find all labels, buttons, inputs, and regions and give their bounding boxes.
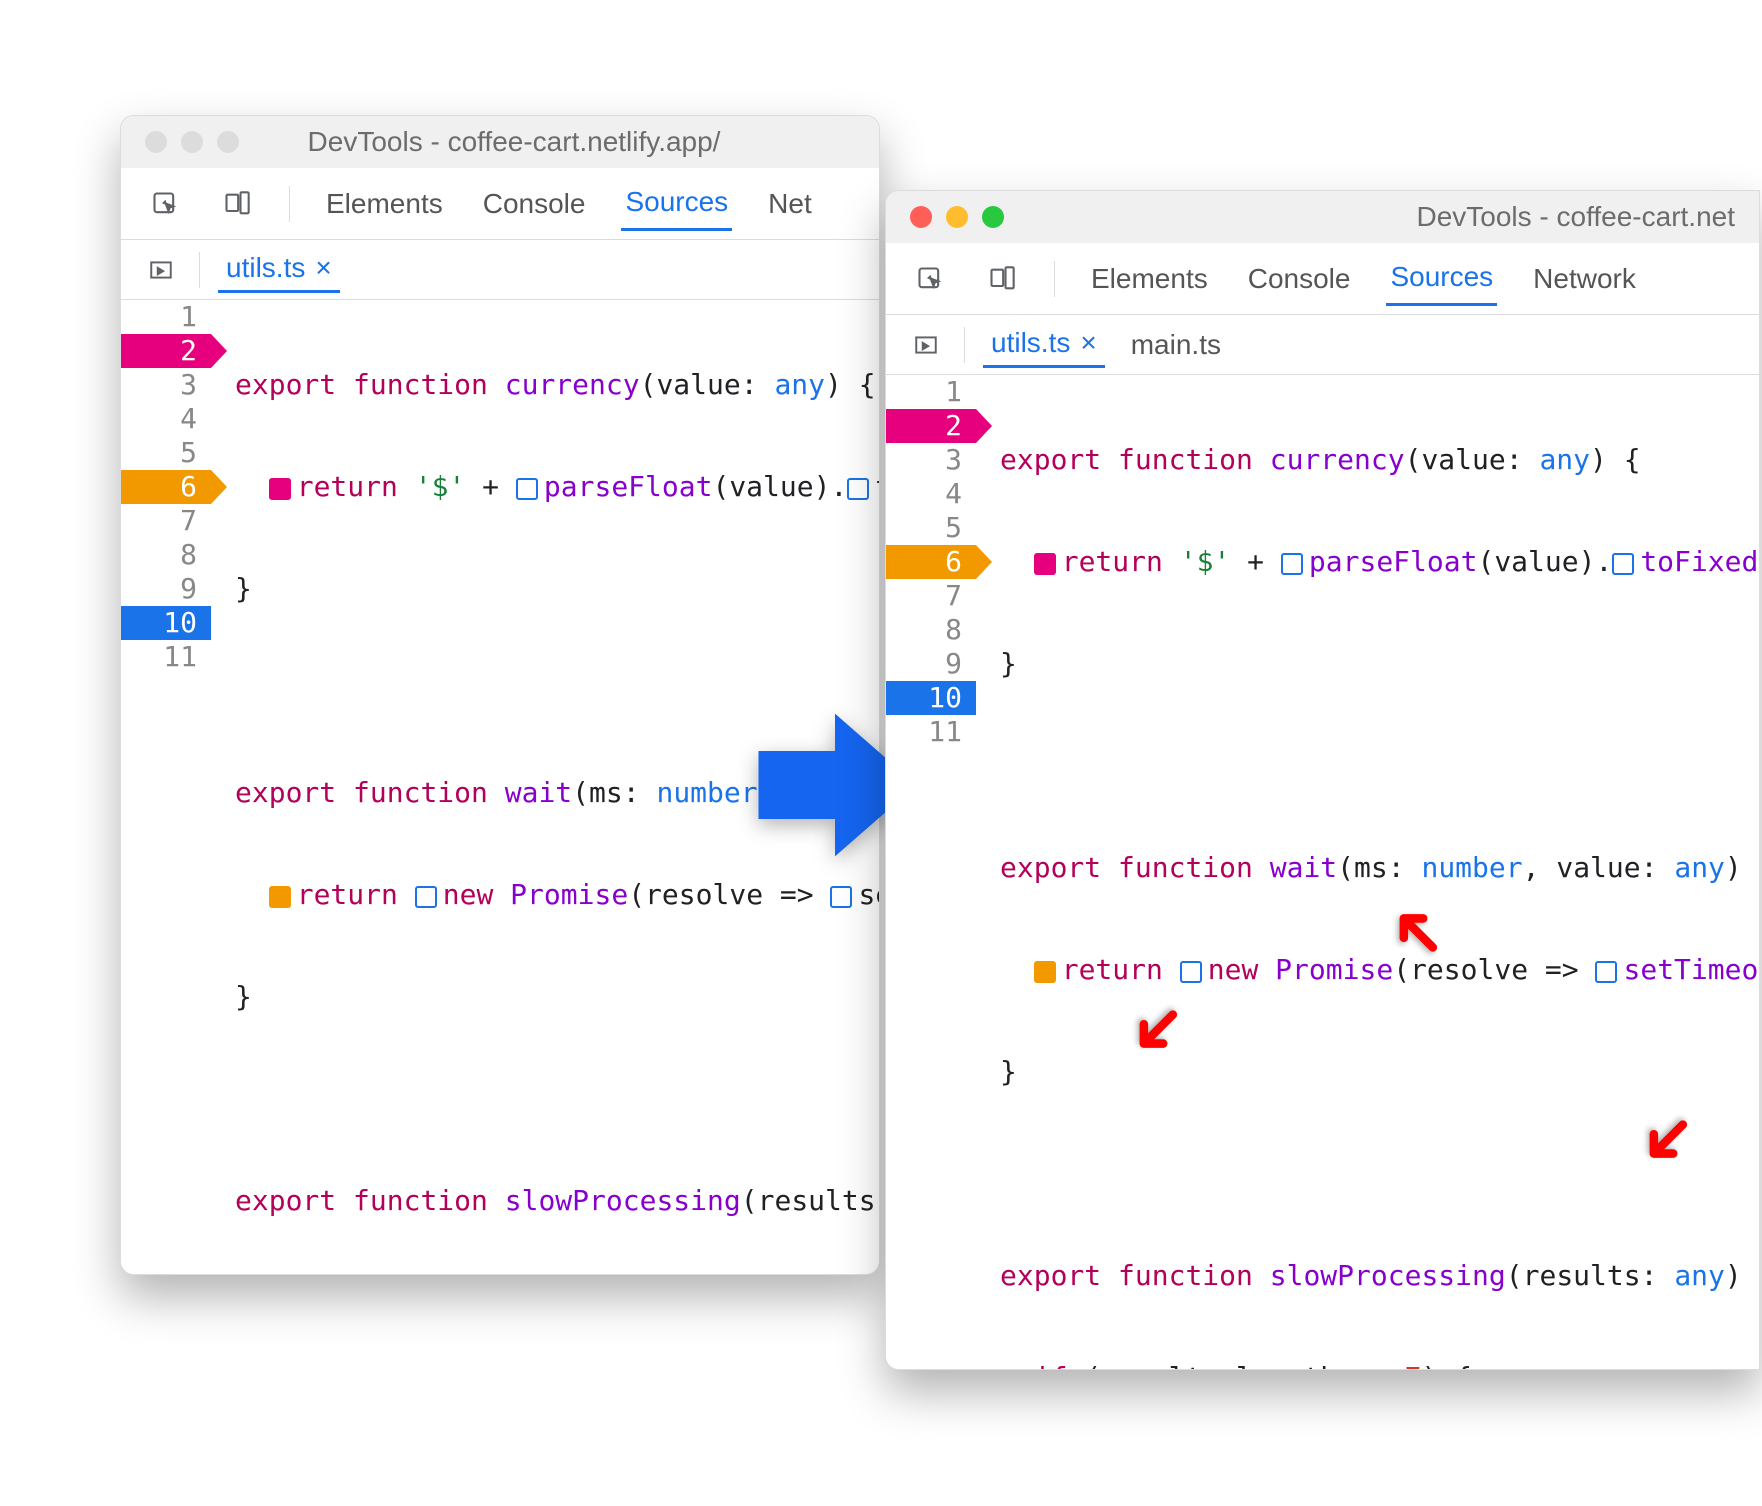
traffic-min-icon[interactable] [181, 131, 203, 153]
device-icon[interactable] [982, 259, 1022, 299]
file-tab-main[interactable]: main.ts [1123, 323, 1229, 367]
window-title: DevTools - coffee-cart.net [1018, 201, 1735, 233]
traffic-close-icon[interactable] [145, 131, 167, 153]
inspect-icon[interactable] [145, 184, 185, 224]
file-tab-utils[interactable]: utils.ts× [218, 246, 340, 293]
traffic-close-icon[interactable] [910, 206, 932, 228]
close-icon[interactable]: × [315, 252, 331, 284]
tab-console[interactable]: Console [1244, 253, 1355, 305]
window-title: DevTools - coffee-cart.netlify.app/ [253, 126, 855, 158]
file-tabs: utils.ts× main.ts [886, 315, 1759, 375]
tab-sources[interactable]: Sources [1386, 251, 1497, 306]
divider [289, 186, 290, 222]
navigator-icon[interactable] [141, 250, 181, 290]
devtools-window-right: DevTools - coffee-cart.net Elements Cons… [885, 190, 1760, 1370]
tab-console[interactable]: Console [479, 178, 590, 230]
divider [199, 252, 200, 288]
device-icon[interactable] [217, 184, 257, 224]
traffic-min-icon[interactable] [946, 206, 968, 228]
code-editor[interactable]: 1 2 3 4 5 6 7 8 9 10 11 export function … [886, 375, 1759, 1370]
traffic-max-icon[interactable] [217, 131, 239, 153]
file-tab-utils[interactable]: utils.ts× [983, 321, 1105, 368]
close-icon[interactable]: × [1080, 327, 1096, 359]
tab-network[interactable]: Network [1529, 253, 1640, 305]
titlebar: DevTools - coffee-cart.netlify.app/ [121, 116, 879, 168]
tab-network[interactable]: Net [764, 178, 816, 230]
titlebar: DevTools - coffee-cart.net [886, 191, 1759, 243]
navigator-icon[interactable] [906, 325, 946, 365]
divider [964, 327, 965, 363]
tab-sources[interactable]: Sources [621, 176, 732, 231]
file-tabs: utils.ts× [121, 240, 879, 300]
traffic-max-icon[interactable] [982, 206, 1004, 228]
tab-elements[interactable]: Elements [322, 178, 447, 230]
top-tabs: Elements Console Sources Net [121, 168, 879, 240]
tab-elements[interactable]: Elements [1087, 253, 1212, 305]
divider [1054, 261, 1055, 297]
inspect-icon[interactable] [910, 259, 950, 299]
top-tabs: Elements Console Sources Network [886, 243, 1759, 315]
devtools-window-left: DevTools - coffee-cart.netlify.app/ Elem… [120, 115, 880, 1275]
